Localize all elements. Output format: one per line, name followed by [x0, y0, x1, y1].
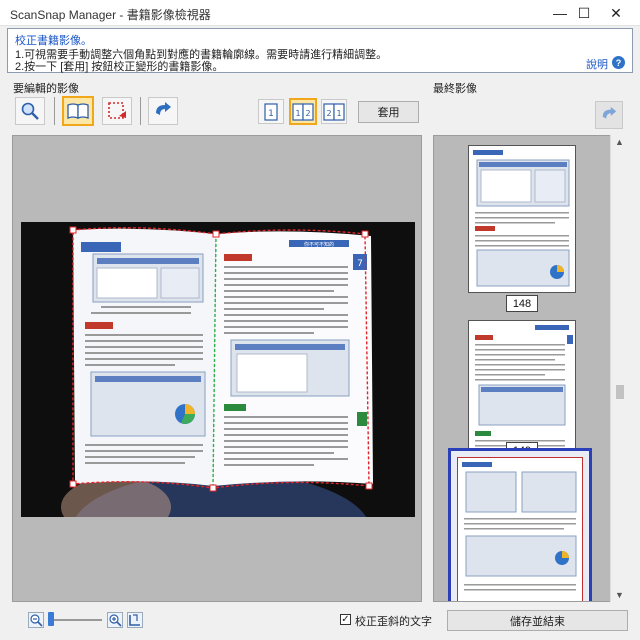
svg-text:2: 2 [326, 109, 331, 118]
swap-pages-button[interactable]: 21 [321, 99, 347, 124]
dotted-outline-icon [108, 102, 126, 119]
undo-button[interactable] [148, 97, 178, 125]
svg-text:1: 1 [295, 109, 300, 118]
single-page-icon: 1 [264, 102, 278, 121]
title-bar: ScanSnap Manager - 書籍影像檢視器 — ☐ ✕ [0, 0, 640, 26]
final-thumbnail-selected[interactable] [448, 448, 592, 601]
toolbar-divider [54, 97, 55, 125]
final-images-list[interactable]: 148 149 [433, 135, 628, 602]
window-title: ScanSnap Manager - 書籍影像檢視器 [10, 8, 211, 22]
zoom-view-button[interactable] [15, 97, 45, 125]
svg-text:1: 1 [268, 109, 274, 119]
svg-text:1: 1 [336, 109, 341, 118]
undo-arrow-icon [156, 102, 171, 115]
zoom-in-icon[interactable] [107, 612, 123, 628]
two-page-view-button[interactable]: 12 [289, 98, 317, 125]
single-page-view-button[interactable]: 1 [258, 99, 284, 124]
final-undo-button[interactable] [595, 101, 623, 129]
point-edit-mode-button[interactable] [102, 97, 132, 125]
help-link[interactable]: 說明 [586, 56, 608, 72]
final-thumbnail-148[interactable] [468, 145, 576, 293]
apply-button[interactable]: 套用 [358, 101, 419, 123]
page-heading-right: 你不可不知的 [304, 241, 334, 248]
toolbar-divider [140, 97, 141, 125]
two-page-icon: 12 [292, 102, 314, 121]
book-spread-graphic: 你不可不知的 7 [61, 226, 373, 517]
edit-image-label: 要編輯的影像 [13, 83, 79, 95]
reverse-pages-icon: 21 [323, 102, 345, 121]
scroll-down-icon[interactable]: ▼ [615, 590, 624, 600]
correct-skew-label: 校正歪斜的文字 [355, 616, 432, 628]
svg-text:2: 2 [305, 109, 310, 118]
final-images-scrollbar[interactable]: ▲ ▼ [610, 135, 628, 602]
open-book-icon [67, 103, 89, 119]
help-icon[interactable]: ? [612, 56, 625, 69]
scanned-book-photo[interactable]: 你不可不知的 7 [21, 222, 415, 517]
undo-arrow-icon [602, 106, 617, 119]
instruction-box: 校正書籍影像。 1.可視需要手動調整六個角點到對應的書籍輪廓線。需要時請進行精細… [7, 28, 633, 73]
page-number-148: 148 [506, 295, 538, 312]
save-and-exit-button[interactable]: 儲存並結束 [447, 610, 628, 631]
magnifier-icon [21, 102, 39, 120]
zoom-out-icon[interactable] [28, 612, 44, 628]
book-outline-mode-button[interactable] [62, 96, 94, 126]
instruction-step-2: 2.按一下 [套用] 按鈕校正變形的書籍影像。 [15, 61, 224, 73]
close-icon: ✕ [610, 4, 622, 21]
scroll-thumb[interactable] [616, 385, 624, 399]
zoom-slider-knob[interactable] [48, 612, 54, 626]
final-image-label: 最終影像 [433, 83, 477, 95]
correct-skew-checkbox[interactable]: ✓ [340, 614, 351, 625]
minimize-icon: — [553, 5, 567, 21]
maximize-icon: ☐ [577, 4, 591, 21]
zoom-slider-track[interactable] [50, 619, 102, 621]
chapter-tab-number: 7 [357, 259, 363, 269]
fit-window-icon[interactable] [127, 612, 143, 628]
close-button[interactable]: ✕ [600, 0, 632, 26]
maximize-button[interactable]: ☐ [568, 0, 600, 26]
scroll-up-icon[interactable]: ▲ [615, 137, 624, 147]
